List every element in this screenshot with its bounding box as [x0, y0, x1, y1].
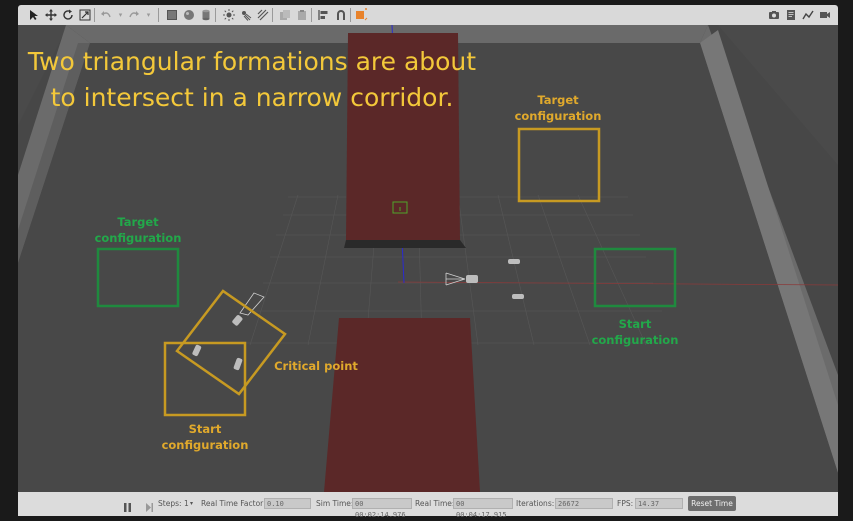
paste-icon[interactable] — [294, 7, 309, 22]
sim-time-label: Sim Time: — [316, 499, 354, 508]
sphere-icon[interactable] — [181, 7, 196, 22]
caption-line-2: to intersect in a narrow corridor. — [50, 83, 454, 112]
start-label-green-line2: configuration — [591, 333, 679, 347]
start-label-green-line1: Start — [618, 317, 652, 331]
start-label-gold-line2: configuration — [161, 438, 249, 452]
log-icon[interactable] — [783, 7, 798, 22]
toolbar-separator — [215, 8, 216, 22]
target-label-green-line1: Target — [117, 215, 159, 229]
cylinder-icon[interactable] — [198, 7, 213, 22]
toolbar-separator — [272, 8, 273, 22]
fps-value: 14.37 — [635, 498, 683, 509]
iterations-value: 26672 — [555, 498, 613, 509]
select-arrow-icon[interactable] — [26, 7, 41, 22]
real-time-label: Real Time: — [415, 499, 455, 508]
pause-icon[interactable] — [123, 498, 132, 512]
redo-icon[interactable] — [126, 7, 141, 22]
start-label-gold-line1: Start — [188, 422, 222, 436]
point-light-icon[interactable] — [221, 7, 236, 22]
iterations-label: Iterations: — [516, 499, 555, 508]
toolbar-separator — [350, 8, 351, 22]
record-video-icon[interactable] — [817, 7, 832, 22]
steps-label: Steps: — [158, 499, 182, 508]
real-time-value: 00 00:04:17.915 — [453, 498, 513, 519]
scene-caption: Two triangular formations are about to i… — [22, 44, 482, 116]
caption-line-1: Two triangular formations are about — [27, 47, 477, 76]
critical-point-label: Critical point — [274, 359, 358, 373]
start-label-gold: Start configuration — [155, 421, 255, 453]
copy-icon[interactable] — [277, 7, 292, 22]
align-icon[interactable] — [316, 7, 331, 22]
translate-icon[interactable] — [43, 7, 58, 22]
steps-dropdown-icon[interactable]: ▾ — [190, 500, 193, 507]
fps-label: FPS: — [617, 499, 634, 508]
start-label-green: Start configuration — [585, 316, 685, 348]
obstacle-bottom — [324, 318, 480, 492]
toolbar-separator — [158, 8, 159, 22]
target-label-green-line2: configuration — [94, 231, 182, 245]
target-label-gold-line1: Target — [537, 93, 579, 107]
step-icon[interactable] — [145, 498, 154, 512]
reset-time-button[interactable]: Reset Time — [688, 496, 736, 511]
gazebo-window: ▾ ▾ Two triangular formations are about … — [0, 0, 853, 520]
rtf-value: 0.10 — [264, 498, 311, 509]
target-label-green: Target configuration — [88, 214, 188, 246]
target-label-gold-line2: configuration — [514, 109, 602, 123]
sim-time-value: 00 00:02:14.976 — [352, 498, 412, 519]
toolbar-separator — [311, 8, 312, 22]
scale-icon[interactable] — [77, 7, 92, 22]
top-toolbar: ▾ ▾ — [18, 5, 838, 25]
target-label-gold: Target configuration — [508, 92, 608, 124]
bottom-status-bar: Steps: 1 ▾ Real Time Factor: 0.10 Sim Ti… — [18, 492, 838, 519]
plot-icon[interactable] — [800, 7, 815, 22]
view-angle-icon[interactable] — [354, 7, 369, 22]
rotate-icon[interactable] — [60, 7, 75, 22]
rtf-label: Real Time Factor: — [201, 499, 266, 508]
box-icon[interactable] — [164, 7, 179, 22]
undo-icon[interactable] — [98, 7, 113, 22]
screenshot-icon[interactable] — [766, 7, 781, 22]
toolbar-separator — [94, 8, 95, 22]
snap-icon[interactable] — [333, 7, 348, 22]
steps-value[interactable]: 1 — [184, 499, 189, 508]
spot-light-icon[interactable] — [238, 7, 253, 22]
directional-light-icon[interactable] — [255, 7, 270, 22]
redo-dropdown-icon[interactable]: ▾ — [141, 7, 156, 22]
